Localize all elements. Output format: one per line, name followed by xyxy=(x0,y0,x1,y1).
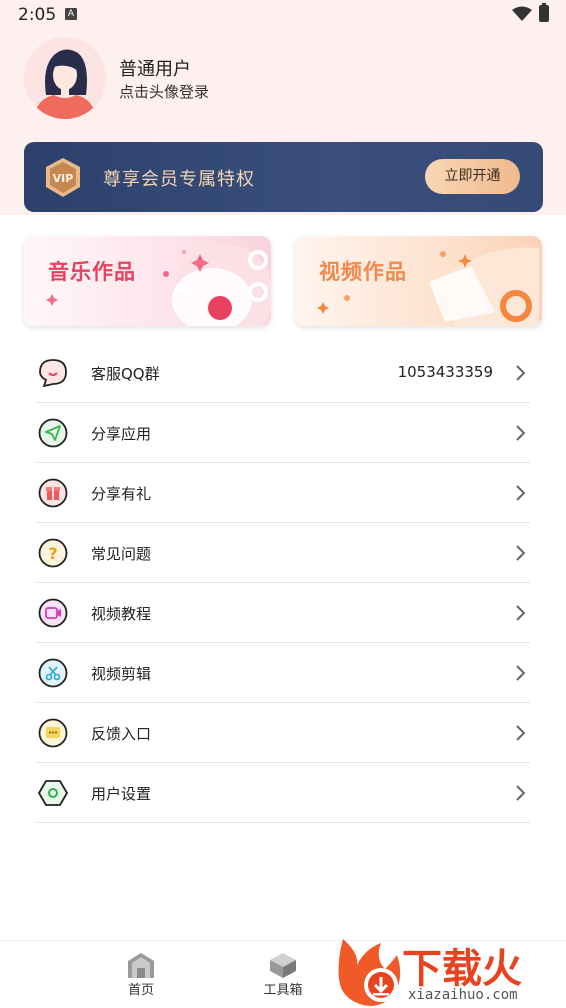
chevron-right-icon xyxy=(516,485,525,501)
video-icon xyxy=(38,598,68,628)
menu-item-qq-group[interactable]: 客服QQ群 1053433359 xyxy=(36,343,530,403)
status-bar: 2:05 A xyxy=(0,0,566,30)
menu-item-video-tutorial[interactable]: 视频教程 xyxy=(36,583,530,643)
vip-text: 尊享会员专属特权 xyxy=(103,169,255,190)
watermark-logo: 下载火 xiazaihuo.com xyxy=(335,935,566,1008)
svg-text:?: ? xyxy=(48,544,57,563)
notification-icon: A xyxy=(65,8,77,20)
avatar-illustration xyxy=(24,37,106,119)
nav-home[interactable]: 首页 xyxy=(111,951,171,998)
vip-banner[interactable]: VIP 尊享会员专属特权 立即开通 xyxy=(24,142,543,212)
menu-item-share-app[interactable]: 分享应用 xyxy=(36,403,530,463)
wifi-icon xyxy=(512,6,532,21)
avatar[interactable] xyxy=(24,37,106,119)
menu-item-feedback[interactable]: 反馈入口 xyxy=(36,703,530,763)
paper-plane-icon xyxy=(38,418,68,448)
chevron-right-icon xyxy=(516,605,525,621)
user-name[interactable]: 普通用户 xyxy=(119,55,191,81)
menu-item-label: 视频教程 xyxy=(91,605,152,623)
music-works-card[interactable]: 音乐作品 xyxy=(24,236,271,326)
question-icon: ? xyxy=(38,538,68,568)
menu-item-label: 分享应用 xyxy=(91,425,152,443)
battery-icon xyxy=(539,3,549,22)
menu-item-label: 反馈入口 xyxy=(91,725,152,743)
music-works-title: 音乐作品 xyxy=(48,260,136,284)
video-works-card[interactable]: 视频作品 xyxy=(295,236,542,326)
gift-icon xyxy=(38,478,68,508)
settings-hexagon-icon xyxy=(38,780,68,806)
watermark-url: xiazaihuo.com xyxy=(408,987,518,1003)
menu-item-faq[interactable]: ? 常见问题 xyxy=(36,523,530,583)
menu-item-label: 分享有礼 xyxy=(91,485,152,503)
chevron-right-icon xyxy=(516,545,525,561)
menu-item-video-editing[interactable]: 视频剪辑 xyxy=(36,643,530,703)
chevron-right-icon xyxy=(516,665,525,681)
chevron-right-icon xyxy=(516,725,525,741)
video-works-title: 视频作品 xyxy=(319,260,407,284)
nav-toolbox[interactable]: 工具箱 xyxy=(253,951,313,998)
menu-item-label: 视频剪辑 xyxy=(91,665,152,683)
nav-toolbox-label: 工具箱 xyxy=(263,983,303,998)
login-prompt[interactable]: 点击头像登录 xyxy=(119,81,209,102)
chevron-right-icon xyxy=(516,785,525,801)
chevron-right-icon xyxy=(516,365,525,381)
menu-item-label: 客服QQ群 xyxy=(91,365,160,383)
feedback-icon xyxy=(38,718,68,748)
vip-open-button[interactable]: 立即开通 xyxy=(425,159,520,194)
chevron-right-icon xyxy=(516,425,525,441)
scissors-icon xyxy=(38,658,68,688)
vip-badge-label: VIP xyxy=(53,172,74,185)
menu-item-label: 常见问题 xyxy=(91,545,152,563)
chat-bubble-icon xyxy=(39,359,67,388)
home-icon xyxy=(128,953,154,978)
settings-menu: 客服QQ群 1053433359 分享应用 分享有礼 ? 常见问题 视频教程 视… xyxy=(36,343,530,823)
flame-logo-icon xyxy=(338,939,401,1006)
menu-item-label: 用户设置 xyxy=(91,785,152,803)
qq-group-number: 1053433359 xyxy=(397,363,493,381)
toolbox-icon xyxy=(270,953,296,978)
watermark-title: 下载火 xyxy=(402,946,522,992)
status-time: 2:05 xyxy=(18,5,57,25)
vip-badge-icon: VIP xyxy=(46,158,80,197)
menu-item-user-settings[interactable]: 用户设置 xyxy=(36,763,530,823)
nav-home-label: 首页 xyxy=(127,983,154,998)
menu-item-share-gift[interactable]: 分享有礼 xyxy=(36,463,530,523)
